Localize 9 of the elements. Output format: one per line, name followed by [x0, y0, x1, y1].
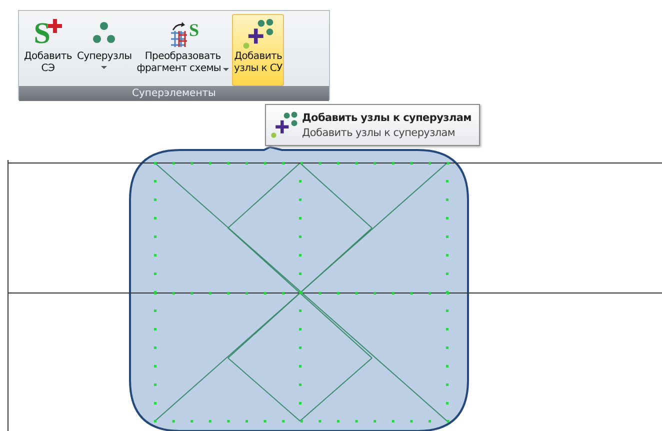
ribbon-button[interactable]: Добавить узлы к СУ: [232, 14, 284, 86]
group-label: Суперэлементы: [19, 86, 329, 101]
tooltip-description: Добавить узлы к суперузлам: [302, 126, 456, 138]
add-nodes-icon: [270, 111, 298, 139]
ribbon-button[interactable]: S Добавить СЭ: [22, 14, 74, 86]
tooltip-title: Добавить узлы к суперузлам: [302, 112, 472, 124]
add-nodes-icon: [242, 18, 274, 50]
ribbon-button[interactable]: S Преобразовать фрагмент схемы: [134, 14, 232, 86]
ribbon-button[interactable]: Суперузлы: [74, 14, 134, 86]
